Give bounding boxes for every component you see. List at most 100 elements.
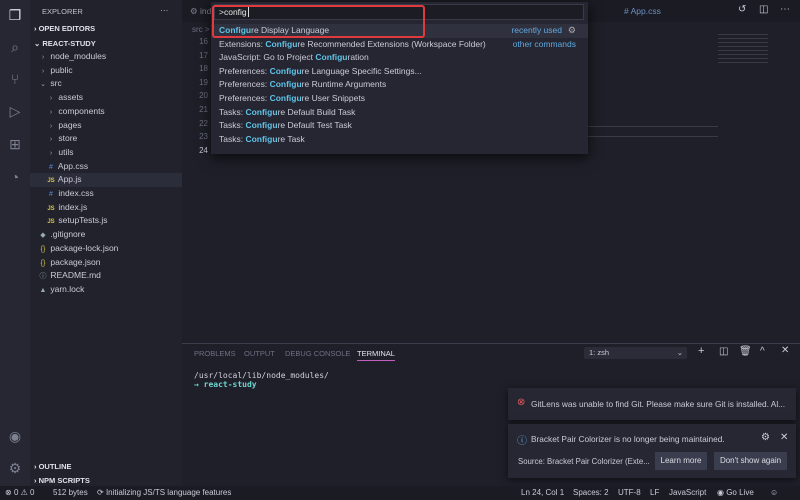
command-suffix: re Language Specific Settings... — [301, 65, 422, 76]
split-editor-icon[interactable]: ◫ — [759, 4, 768, 15]
command-item[interactable]: Extensions: Configure Recommended Extens… — [211, 38, 588, 52]
tab-index[interactable]: ⚙ ind — [190, 6, 211, 17]
line-number: 20 — [199, 91, 208, 101]
minimap[interactable] — [718, 34, 768, 64]
gear-icon[interactable]: ⚙ — [568, 24, 576, 38]
file-item[interactable]: ◆ .gitignore — [30, 228, 182, 242]
explorer-title: EXPLORER — [42, 7, 83, 16]
file-item[interactable]: # App.css — [30, 160, 182, 174]
maximize-panel-icon[interactable]: ^ — [760, 346, 765, 357]
file-item[interactable]: # index.css — [30, 187, 182, 201]
split-terminal-icon[interactable]: ◫ — [719, 346, 728, 357]
npm-scripts-section[interactable]: › NPM SCRIPTS — [34, 476, 90, 485]
folder-item[interactable]: › utils — [30, 146, 182, 160]
panel-tab-problems[interactable]: PROBLEMS — [194, 349, 236, 358]
command-item[interactable]: Tasks: Configure Task — [211, 133, 588, 147]
open-editors-section[interactable]: › OPEN EDITORS — [34, 24, 95, 33]
command-item[interactable]: Preferences: Configure Language Specific… — [211, 65, 588, 79]
error-count: 0 — [13, 488, 19, 497]
command-match: Configu — [269, 79, 302, 90]
close-icon[interactable]: ✕ — [780, 432, 788, 443]
chevron-icon: › — [41, 67, 45, 75]
files-icon[interactable]: ❐ — [6, 6, 24, 24]
extensions-icon[interactable]: ⊞ — [6, 135, 24, 153]
project-section[interactable]: ⌄ REACT-STUDY — [34, 39, 96, 48]
error-icon: ⊗ — [517, 397, 526, 408]
cursor-position[interactable]: Ln 24, Col 1 — [521, 486, 564, 500]
tab-label: App.css — [630, 6, 661, 16]
gitlens-icon[interactable]: ◔ — [6, 168, 24, 186]
gear-icon[interactable]: ⚙ — [761, 432, 770, 443]
file-item[interactable]: {} package-lock.json — [30, 242, 182, 256]
command-item[interactable]: Preferences: Configure Runtime Arguments — [211, 78, 588, 92]
explorer-sidebar: EXPLORER ··· › OPEN EDITORS ⌄ REACT-STUD… — [30, 0, 182, 486]
tab-label: ind — [199, 6, 212, 16]
tree-item-label: package.json — [50, 256, 101, 267]
more-icon[interactable]: ⋯ — [780, 4, 790, 15]
line-number: 23 — [199, 132, 208, 142]
info-file-icon: ⓘ — [39, 273, 47, 281]
run-debug-icon[interactable]: ▷ — [6, 102, 24, 120]
source-control-icon[interactable]: ⑂ — [6, 70, 24, 88]
feedback-icon[interactable]: ☺ — [770, 486, 778, 500]
file-item[interactable]: JS setupTests.js — [30, 214, 182, 228]
file-item[interactable]: ▲ yarn.lock — [30, 283, 182, 297]
dont-show-again-button[interactable]: Don't show again — [714, 452, 787, 470]
folder-item[interactable]: › components — [30, 105, 182, 119]
folder-item[interactable]: ⌄ src — [30, 77, 182, 91]
activity-bar: ❐ ⌕ ⑂ ▷ ⊞ ◔ ◉ ⚙ — [0, 0, 30, 486]
info-icon: ⓘ — [517, 436, 527, 447]
trash-icon[interactable]: 🗑 — [739, 346, 752, 357]
gear-icon[interactable]: ⚙ — [6, 459, 24, 477]
problems-indicator[interactable]: ⊗ 0 ⚠ 0 — [5, 486, 34, 500]
command-item[interactable]: Tasks: Configure Default Test Task — [211, 119, 588, 133]
command-suffix: re Runtime Arguments — [301, 79, 387, 90]
file-item[interactable]: {} package.json — [30, 256, 182, 270]
editor-rule — [588, 136, 718, 137]
more-actions-icon[interactable]: ··· — [160, 5, 169, 15]
folder-item[interactable]: › pages — [30, 119, 182, 133]
language-mode[interactable]: JavaScript — [669, 486, 706, 500]
bracket-notification: ⓘ Bracket Pair Colorizer is no longer be… — [508, 424, 796, 478]
folder-item[interactable]: › store — [30, 132, 182, 146]
chevron-icon: › — [41, 54, 45, 61]
folder-item[interactable]: › assets — [30, 91, 182, 105]
terminal-select[interactable]: 1: zsh ⌄ — [584, 347, 687, 359]
timeline-icon[interactable]: ↺ — [738, 4, 746, 15]
tree-item-label: App.js — [57, 174, 82, 185]
command-item[interactable]: JavaScript: Go to Project Configuration — [211, 51, 588, 65]
panel-tab-output[interactable]: OUTPUT — [244, 349, 275, 358]
command-item[interactable]: Preferences: Configure User Snippets — [211, 92, 588, 106]
search-icon[interactable]: ⌕ — [6, 38, 24, 56]
tree-item-label: pages — [58, 119, 82, 130]
tab-app-css[interactable]: # App.css — [624, 6, 661, 16]
close-panel-icon[interactable]: ✕ — [781, 345, 789, 356]
learn-more-button[interactable]: Learn more — [655, 452, 707, 470]
outline-section[interactable]: › OUTLINE — [34, 462, 72, 471]
folder-item[interactable]: › node_modules — [30, 50, 182, 64]
tree-item-label: utils — [58, 146, 74, 157]
command-prefix: Preferences: — [219, 79, 270, 90]
end-of-line[interactable]: LF — [650, 486, 659, 500]
panel-tab-debug-console[interactable]: DEBUG CONSOLE — [285, 349, 350, 358]
json-file-icon: {} — [40, 259, 46, 267]
css-file-icon: # — [49, 191, 53, 198]
encoding[interactable]: UTF-8 — [618, 486, 641, 500]
chevron-icon: ⌄ — [40, 81, 46, 89]
panel-tab-terminal[interactable]: TERMINAL — [357, 349, 395, 361]
file-item[interactable]: ⓘ README.md — [30, 269, 182, 283]
folder-item[interactable]: › public — [30, 64, 182, 78]
tree-item-label: store — [58, 133, 78, 144]
file-item[interactable]: JS App.js — [30, 173, 182, 187]
command-item[interactable]: Tasks: Configure Default Build Task — [211, 106, 588, 120]
command-suffix: re Default Test Task — [277, 120, 352, 131]
indentation[interactable]: Spaces: 2 — [573, 486, 609, 500]
go-live-label: Go Live — [726, 488, 754, 497]
go-live-button[interactable]: ◉ Go Live — [717, 486, 754, 500]
file-item[interactable]: JS index.js — [30, 201, 182, 215]
new-terminal-icon[interactable]: + — [698, 345, 704, 357]
tree-item-label: components — [58, 105, 105, 116]
breadcrumb[interactable]: src > — [192, 25, 210, 34]
chevron-icon: › — [49, 108, 53, 116]
account-icon[interactable]: ◉ — [6, 427, 24, 445]
